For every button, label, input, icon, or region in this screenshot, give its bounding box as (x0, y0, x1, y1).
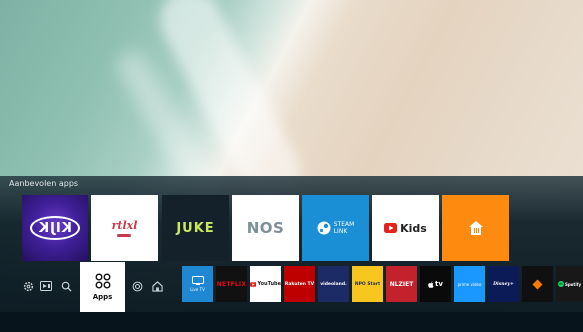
tv-icon (191, 276, 204, 285)
house-fork-icon (468, 221, 483, 235)
recommended-app-kijk[interactable]: KIJK (22, 195, 88, 261)
app-rakuten-tv[interactable]: Rakuten TV (284, 266, 315, 302)
app-videoland[interactable]: videoland. (318, 266, 349, 302)
search-icon (61, 281, 72, 292)
app-live-tv[interactable]: Live TV (182, 266, 213, 302)
tv-home-screen: Aanbevolen apps KIJK rtlxl JUKE NOS STEA… (0, 0, 583, 332)
source-input-icon[interactable] (40, 280, 52, 292)
youtube-play-icon (250, 281, 257, 287)
app-disney-plus[interactable]: Disney+ (488, 266, 519, 302)
kijk-logo-text: KIJK (38, 220, 72, 236)
app-apple-tv[interactable]: tv (420, 266, 451, 302)
settings-gear-icon[interactable] (22, 280, 34, 292)
prime-video-logo-text: prime video (457, 281, 482, 287)
bottom-shade (0, 312, 583, 332)
videoland-logo-text: videoland. (320, 281, 347, 287)
home-button[interactable] (151, 280, 163, 292)
recommended-app-youtube-kids[interactable]: Kids (372, 195, 439, 261)
recommended-app-nos[interactable]: NOS (232, 195, 299, 261)
source-icon (40, 281, 52, 291)
rtlxl-logo-bar (117, 234, 132, 237)
orange-diamond-icon (532, 279, 543, 289)
kijk-logo: KIJK (30, 216, 80, 240)
recommended-app-juke[interactable]: JUKE (162, 195, 229, 261)
app-nlziet[interactable]: NLZIET (386, 266, 417, 302)
youtube-play-icon (384, 223, 398, 233)
app-npo-start[interactable]: NPO Start (352, 266, 383, 302)
apple-icon (428, 280, 434, 288)
recommended-app-thuisbezorgd[interactable] (442, 195, 509, 261)
spotify-icon (557, 281, 564, 287)
ambient-icon (132, 281, 142, 291)
spotify-logo-text: Spotify (564, 281, 582, 287)
app-prime-video[interactable]: prime video (454, 266, 485, 302)
nos-logo-text: NOS (246, 219, 285, 237)
apps-button[interactable]: Apps (80, 262, 125, 312)
nlziet-logo-text: NLZIET (389, 280, 414, 288)
rakuten-logo-text: Rakuten TV (284, 281, 315, 287)
netflix-logo-text: NETFLIX (216, 280, 247, 288)
youtube-kids-logo-text: Kids (400, 221, 427, 235)
app-unknown-orange[interactable] (522, 266, 553, 302)
rtlxl-logo-text: rtlxl (111, 219, 138, 232)
npo-logo-text: NPO Start (354, 281, 381, 287)
app-youtube[interactable]: YouTube (250, 266, 281, 302)
rtlxl-logo: rtlxl (111, 219, 138, 237)
steam-icon (317, 221, 331, 235)
live-tv-label: Live TV (190, 287, 205, 292)
gear-icon (23, 281, 33, 291)
steam-logo-line1: STEAM (333, 221, 355, 228)
ambient-mode-button[interactable] (131, 280, 143, 292)
juke-logo-text: JUKE (176, 220, 215, 236)
youtube-logo-text: YouTube (257, 281, 281, 287)
app-netflix[interactable]: NETFLIX (216, 266, 247, 302)
steam-logo-line2: LINK (333, 228, 348, 235)
apple-tv-logo-text: tv (435, 280, 443, 288)
home-icon (151, 280, 163, 292)
steam-link-logo: STEAM LINK (317, 221, 355, 235)
apps-label: Apps (92, 293, 113, 301)
recommended-app-steam-link[interactable]: STEAM LINK (302, 195, 369, 261)
apps-grid-icon (95, 273, 110, 289)
recommended-apps-title: Aanbevolen apps (9, 179, 79, 188)
app-spotify[interactable]: Spotify (556, 266, 583, 302)
recommended-app-rtlxl[interactable]: rtlxl (91, 195, 158, 261)
youtube-kids-logo: Kids (384, 222, 427, 235)
search-button[interactable] (60, 280, 72, 292)
disney-logo-text: Disney+ (493, 281, 514, 287)
